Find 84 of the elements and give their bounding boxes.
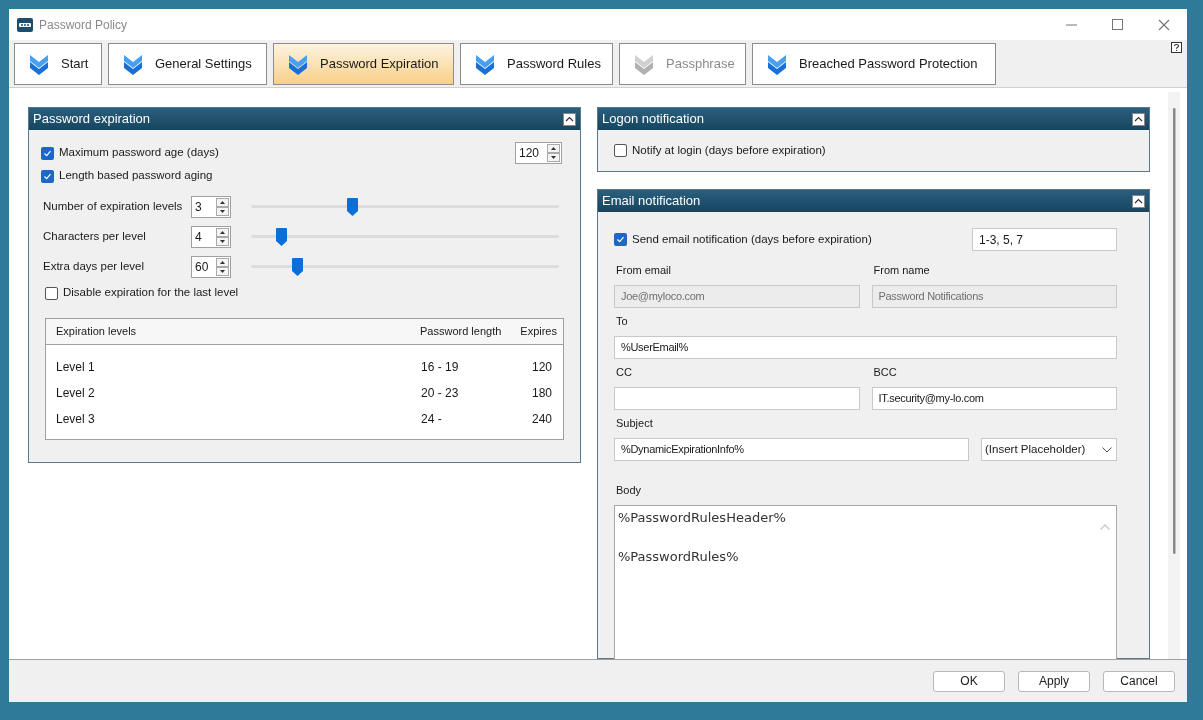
number-spinner[interactable]: 120	[515, 142, 562, 164]
checkbox-label: Send email notification (days before expiration)	[632, 231, 872, 247]
scrollbar[interactable]	[1168, 92, 1180, 659]
maximize-icon[interactable]	[1112, 19, 1123, 30]
chevrons-icon	[29, 52, 49, 75]
collapse-icon[interactable]	[563, 112, 576, 126]
checkbox-label: Maximum password age (days)	[59, 145, 219, 161]
spin-arrows-icon[interactable]	[216, 258, 229, 276]
dropdown[interactable]: (Insert Placeholder)	[981, 438, 1117, 461]
slider[interactable]	[251, 228, 559, 246]
body-text: %PasswordRulesHeader%	[618, 509, 786, 527]
body-text: %PasswordRules%	[618, 547, 739, 566]
spin-arrows-icon[interactable]	[547, 144, 560, 162]
check-icon	[43, 148, 52, 158]
table-cell-text: 16 - 19	[420, 359, 460, 376]
spin-arrows-icon[interactable]	[216, 228, 229, 246]
slider-thumb[interactable]	[276, 228, 288, 246]
number-spinner[interactable]: 3	[191, 196, 231, 218]
table-cell-text: Level 2	[55, 385, 96, 402]
field-label: Body	[615, 482, 643, 498]
input-field[interactable]: IT.security@my-lo.com	[871, 387, 1117, 410]
table-cell-text: 20 - 23	[420, 385, 460, 402]
field-label: From email	[615, 262, 672, 278]
chevrons-icon	[288, 52, 308, 75]
panel-title: Password expiration	[33, 110, 151, 129]
tab[interactable]: General Settings	[108, 42, 267, 85]
field-label: To	[615, 313, 629, 329]
check-icon	[43, 171, 52, 181]
slider-thumb[interactable]	[347, 198, 359, 216]
column-header[interactable]: Expires	[515, 323, 563, 340]
slider[interactable]	[251, 258, 559, 276]
panel-title: Logon notification	[602, 110, 704, 129]
checkbox[interactable]	[45, 286, 58, 300]
checkbox-label: Length based password aging	[59, 168, 213, 184]
close-icon[interactable]	[1158, 18, 1170, 31]
table-cell-text: 120	[530, 359, 553, 376]
setting-label: Extra days per level	[43, 259, 145, 275]
number-spinner[interactable]: 60	[191, 256, 231, 278]
tab[interactable]: Password Expiration	[273, 42, 454, 85]
table-cell-text: 180	[530, 385, 553, 402]
panel-title: Email notification	[602, 192, 701, 211]
app-icon	[17, 17, 33, 32]
tab[interactable]: Start	[14, 42, 102, 85]
body-text-area[interactable]: %PasswordRulesHeader% %PasswordRules%	[614, 505, 1117, 659]
input-field[interactable]: 1-3, 5, 7	[972, 228, 1117, 251]
column-header[interactable]: Password length	[420, 323, 515, 340]
chevrons-icon	[767, 52, 787, 75]
chevrons-icon	[475, 52, 495, 75]
check-icon	[616, 235, 625, 244]
field-label: Subject	[615, 415, 654, 431]
dialog-button[interactable]: Apply	[1018, 670, 1090, 692]
checkbox[interactable]	[614, 144, 627, 158]
number-spinner[interactable]: 4	[191, 226, 231, 248]
column-header[interactable]: Expiration levels	[46, 323, 420, 340]
checkbox-label: Disable expiration for the last level	[63, 285, 239, 301]
chevrons-icon	[123, 52, 143, 75]
setting-label: Characters per level	[43, 229, 147, 245]
tab[interactable]: Breached Password Protection	[752, 42, 996, 85]
slider-thumb[interactable]	[291, 258, 303, 276]
collapse-icon[interactable]	[1132, 112, 1145, 126]
field-label: From name	[872, 262, 931, 278]
input-field[interactable]	[614, 387, 860, 410]
checkbox[interactable]	[41, 169, 54, 183]
slider[interactable]	[251, 198, 559, 216]
table-cell-text: Level 3	[55, 411, 96, 428]
table-cell-text: 240	[530, 411, 553, 428]
checkbox[interactable]	[614, 233, 627, 246]
spin-arrows-icon[interactable]	[216, 198, 229, 216]
table-cell-text: Level 1	[55, 359, 96, 376]
collapse-icon[interactable]	[1132, 194, 1145, 208]
tab[interactable]: Password Rules	[460, 42, 613, 85]
field-label: BCC	[872, 364, 898, 380]
table-cell-text: 24 -	[420, 411, 443, 428]
setting-label: Number of expiration levels	[43, 199, 184, 215]
dialog-button[interactable]: Cancel	[1103, 670, 1175, 692]
window-title: Password Policy	[39, 16, 128, 34]
help-icon[interactable]	[1171, 42, 1182, 53]
chevrons-icon	[634, 52, 654, 75]
checkbox[interactable]	[41, 146, 54, 160]
input-field[interactable]: %UserEmail%	[614, 336, 1117, 359]
input-field[interactable]: %DynamicExpirationInfo%	[614, 438, 969, 461]
checkbox-label: Notify at login (days before expiration)	[632, 143, 826, 158]
field-label: CC	[615, 364, 633, 380]
dialog-button[interactable]: OK	[933, 670, 1005, 692]
